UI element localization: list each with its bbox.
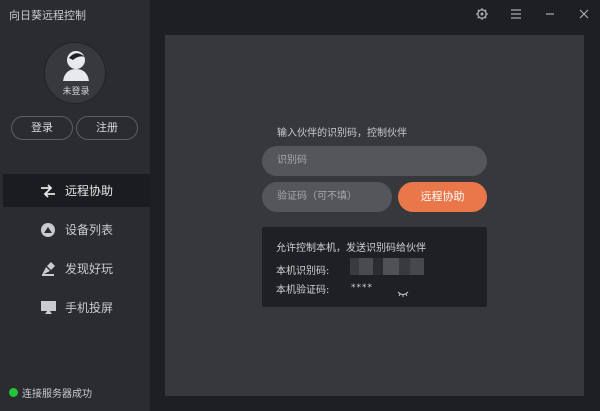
avatar[interactable]: 未登录 bbox=[44, 42, 106, 104]
app-title: 向日葵远程控制 bbox=[9, 9, 86, 22]
nav-item-label: 远程协助 bbox=[65, 184, 114, 198]
remote-assist-button[interactable]: 远程协助 bbox=[398, 182, 487, 212]
device-list-icon bbox=[38, 220, 58, 240]
gear-icon[interactable] bbox=[474, 6, 490, 22]
screen-cast-icon bbox=[38, 298, 58, 318]
info-title: 允许控制本机，发送识别码给伙伴 bbox=[276, 243, 426, 254]
partner-id-input[interactable]: 识别码 bbox=[262, 146, 487, 176]
local-id-value-blurred bbox=[350, 258, 424, 275]
nav-item-device-list[interactable]: 设备列表 bbox=[3, 213, 150, 246]
status-indicator-icon bbox=[9, 388, 18, 397]
close-icon[interactable] bbox=[576, 6, 592, 22]
nav-item-label: 发现好玩 bbox=[65, 262, 114, 276]
discover-icon bbox=[38, 259, 58, 279]
connection-status: 连接服务器成功 bbox=[9, 385, 92, 400]
user-avatar-icon bbox=[63, 51, 89, 81]
nav-item-screen-cast[interactable]: 手机投屏 bbox=[3, 291, 150, 324]
menu-icon[interactable] bbox=[508, 6, 524, 22]
minimize-icon[interactable] bbox=[542, 6, 558, 22]
nav-item-label: 手机投屏 bbox=[65, 301, 114, 315]
status-text: 连接服务器成功 bbox=[22, 389, 92, 400]
sidebar: 向日葵远程控制 未登录 登录 注册 远程协助 设备列表 发现好玩 手机投屏 连接… bbox=[0, 0, 150, 411]
show-password-icon[interactable] bbox=[397, 283, 409, 302]
login-status-label: 未登录 bbox=[62, 87, 90, 97]
nav-menu: 远程协助 设备列表 发现好玩 手机投屏 bbox=[0, 174, 150, 330]
local-code-label: 本机验证码: bbox=[276, 285, 330, 296]
main-panel: 输入伙伴的识别码，控制伙伴 识别码 验证码（可不填） 远程协助 允许控制本机，发… bbox=[165, 35, 584, 396]
nav-item-discover[interactable]: 发现好玩 bbox=[3, 252, 150, 285]
partner-prompt: 输入伙伴的识别码，控制伙伴 bbox=[277, 128, 407, 139]
nav-item-remote-assist[interactable]: 远程协助 bbox=[3, 174, 150, 207]
register-button[interactable]: 注册 bbox=[76, 116, 138, 140]
local-code-value: **** bbox=[351, 283, 373, 293]
local-device-info: 允许控制本机，发送识别码给伙伴 本机识别码: 本机验证码: **** bbox=[262, 227, 487, 307]
remote-assist-icon bbox=[38, 181, 58, 201]
verification-code-input[interactable]: 验证码（可不填） bbox=[262, 182, 392, 212]
nav-item-label: 设备列表 bbox=[65, 223, 114, 237]
local-id-label: 本机识别码: bbox=[276, 266, 330, 277]
login-button[interactable]: 登录 bbox=[11, 116, 73, 140]
